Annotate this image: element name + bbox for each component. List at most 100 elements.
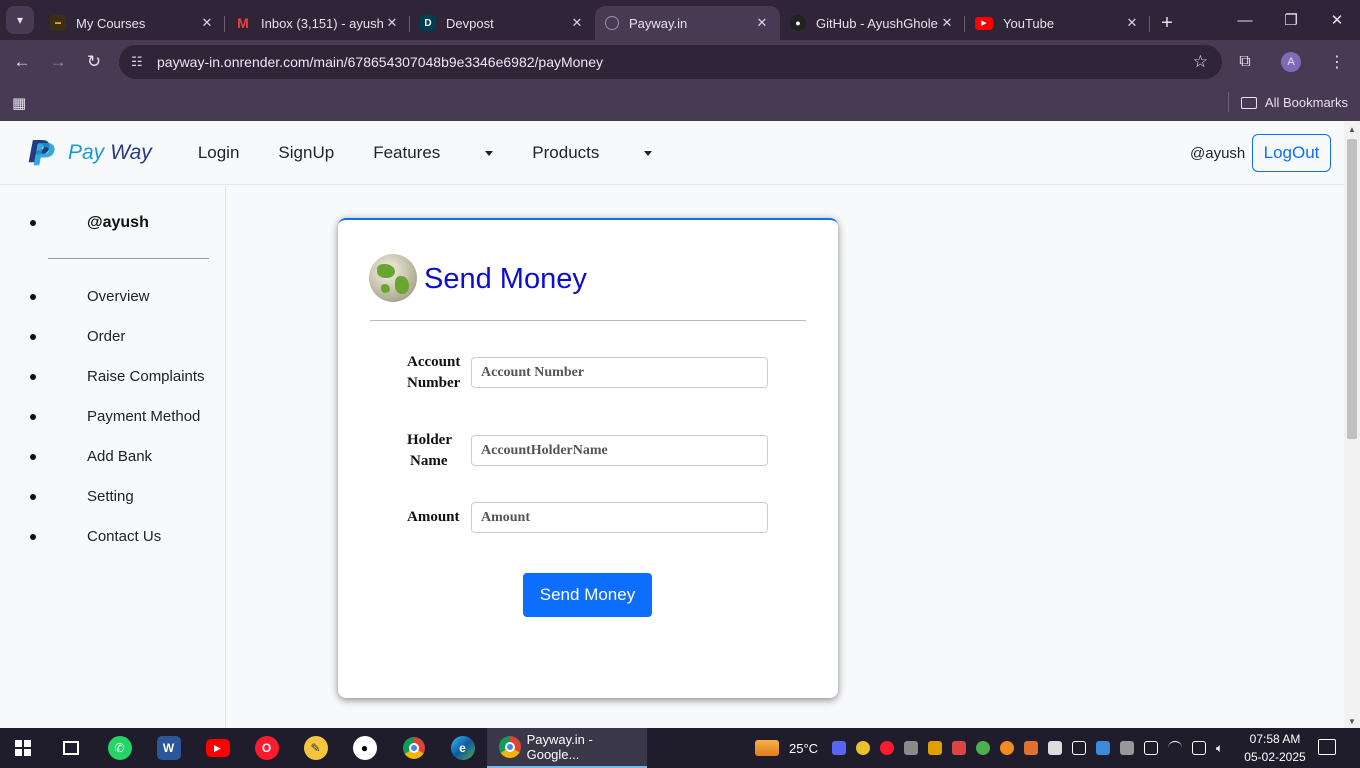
taskbar-active-window[interactable]: Payway.in - Google... <box>487 728 647 768</box>
tray-app-icon[interactable] <box>1144 741 1159 755</box>
tray-app-icon[interactable] <box>1024 741 1039 755</box>
brand-logo[interactable]: PP Pay Way <box>28 134 152 173</box>
close-icon[interactable]: ✕ <box>939 15 955 31</box>
tray-app-icon[interactable] <box>928 741 943 755</box>
tab-label: Devpost <box>446 15 494 31</box>
bookmark-star-icon[interactable]: ☆ <box>1193 52 1208 72</box>
tray-app-icon[interactable] <box>1048 741 1063 755</box>
clock[interactable]: 07:58 AM 05-02-2025 <box>1240 730 1310 766</box>
tray-app-icon[interactable] <box>1120 741 1135 755</box>
restore-icon[interactable]: ❐ <box>1268 11 1314 29</box>
sidebar-item-overview[interactable]: Overview <box>87 288 150 305</box>
volume-icon[interactable]: 🔈︎ <box>1216 741 1223 755</box>
wifi-icon[interactable] <box>1168 741 1183 755</box>
sidebar-item-add-bank[interactable]: Add Bank <box>87 448 152 465</box>
reload-icon[interactable]: ↻ <box>76 52 112 72</box>
discord-icon[interactable] <box>832 741 847 755</box>
account-number-input[interactable] <box>471 357 768 388</box>
opera-icon[interactable]: O <box>242 728 291 768</box>
bullet <box>30 220 36 226</box>
bullet <box>30 454 36 460</box>
address-bar[interactable]: ☷ payway-in.onrender.com/main/6786543070… <box>119 45 1222 79</box>
nav-products-dropdown[interactable]: Products <box>532 143 653 163</box>
bullet <box>30 534 36 540</box>
tray-app-icon[interactable] <box>976 741 991 755</box>
github-icon: ● <box>790 15 806 31</box>
github-desktop-icon[interactable]: ● <box>340 728 389 768</box>
tray-app-icon[interactable] <box>904 741 919 755</box>
sidebar-item-setting[interactable]: Setting <box>87 488 134 505</box>
tab-label: YouTube <box>1003 15 1055 31</box>
new-tab-button[interactable]: + <box>1150 6 1184 40</box>
close-window-icon[interactable]: ✕ <box>1314 11 1360 29</box>
site-navbar: PP Pay Way Login SignUp Features Product… <box>0 121 1344 185</box>
tray-app-icon[interactable] <box>1096 741 1111 755</box>
active-window-label: Payway.in - Google... <box>526 732 593 762</box>
amount-input[interactable] <box>471 502 768 533</box>
windows-logo-icon <box>15 740 31 756</box>
tray-app-icon[interactable] <box>856 741 871 755</box>
url-text: payway-in.onrender.com/main/678654307048… <box>157 54 603 70</box>
bullet <box>30 414 36 420</box>
page-scrollbar[interactable]: ▲ ▼ <box>1344 121 1360 728</box>
chrome-icon[interactable] <box>389 728 438 768</box>
sidebar-item-raise-complaints[interactable]: Raise Complaints <box>87 368 205 385</box>
word-icon[interactable]: W <box>144 728 193 768</box>
tray-app-icon[interactable] <box>1000 741 1015 755</box>
browser-tab[interactable]: ▬ My Courses ✕ <box>40 6 225 40</box>
whatsapp-icon[interactable]: ✆ <box>95 728 144 768</box>
forward-icon[interactable]: → <box>40 52 76 72</box>
close-icon[interactable]: ✕ <box>1124 15 1140 31</box>
browser-tab-active[interactable]: Payway.in ✕ <box>595 6 780 40</box>
divider <box>48 258 209 259</box>
globe-money-icon <box>369 254 417 302</box>
label-line: Name <box>410 453 448 469</box>
close-icon[interactable]: ✕ <box>569 15 585 31</box>
close-icon[interactable]: ✕ <box>199 15 215 31</box>
sidebar-item-contact-us[interactable]: Contact Us <box>87 528 161 545</box>
scroll-down-icon[interactable]: ▼ <box>1348 717 1356 726</box>
form-title: Send Money <box>424 263 587 295</box>
sidebar-item-payment-method[interactable]: Payment Method <box>87 408 200 425</box>
tab-search-button[interactable]: ▾ <box>6 6 34 34</box>
logout-button[interactable]: LogOut <box>1252 134 1331 172</box>
back-icon[interactable]: ← <box>4 52 40 72</box>
chrome-icon <box>499 736 521 758</box>
nav-login-link[interactable]: Login <box>198 143 240 163</box>
battery-icon[interactable] <box>1192 741 1207 755</box>
paypal-logo-icon: PP <box>28 134 55 173</box>
send-money-button[interactable]: Send Money <box>523 573 652 617</box>
browser-tab[interactable]: ● GitHub - AyushGhole ✕ <box>780 6 965 40</box>
opera-tray-icon[interactable] <box>880 741 895 755</box>
youtube-app-icon[interactable]: ▶ <box>193 728 242 768</box>
task-view-icon[interactable] <box>46 728 95 768</box>
notes-app-icon[interactable]: ✎ <box>291 728 340 768</box>
browser-tab[interactable]: D Devpost ✕ <box>410 6 595 40</box>
sidebar-item-order[interactable]: Order <box>87 328 125 345</box>
close-icon[interactable]: ✕ <box>384 15 400 31</box>
extensions-icon[interactable]: ⧉ <box>1222 53 1268 71</box>
scrollbar-thumb[interactable] <box>1347 139 1357 439</box>
minimize-icon[interactable]: — <box>1222 12 1268 29</box>
nav-links: Login SignUp Features Products <box>198 143 692 163</box>
close-icon[interactable]: ✕ <box>754 15 770 31</box>
notification-icon[interactable] <box>1318 739 1336 755</box>
browser-tab[interactable]: M Inbox (3,151) - ayush ✕ <box>225 6 410 40</box>
divider <box>370 320 806 321</box>
all-bookmarks-button[interactable]: All Bookmarks <box>1240 84 1348 121</box>
nav-features-dropdown[interactable]: Features <box>373 143 494 163</box>
browser-tab[interactable]: ▶ YouTube ✕ <box>965 6 1150 40</box>
usb-icon[interactable] <box>1072 741 1087 755</box>
edge-icon[interactable]: e <box>438 728 487 768</box>
holder-name-input[interactable] <box>471 435 768 466</box>
profile-avatar[interactable]: A <box>1281 52 1301 72</box>
tray-app-icon[interactable] <box>952 741 967 755</box>
start-button[interactable] <box>0 728 46 768</box>
site-info-icon[interactable]: ☷ <box>131 54 157 70</box>
weather-icon[interactable] <box>755 740 779 756</box>
browser-tab-strip: ▾ ▬ My Courses ✕ M Inbox (3,151) - ayush… <box>0 0 1360 40</box>
apps-grid-icon[interactable]: ▦ <box>12 94 26 112</box>
menu-kebab-icon[interactable]: ⋮ <box>1314 52 1360 72</box>
nav-signup-link[interactable]: SignUp <box>278 143 334 163</box>
scroll-up-icon[interactable]: ▲ <box>1348 125 1356 134</box>
